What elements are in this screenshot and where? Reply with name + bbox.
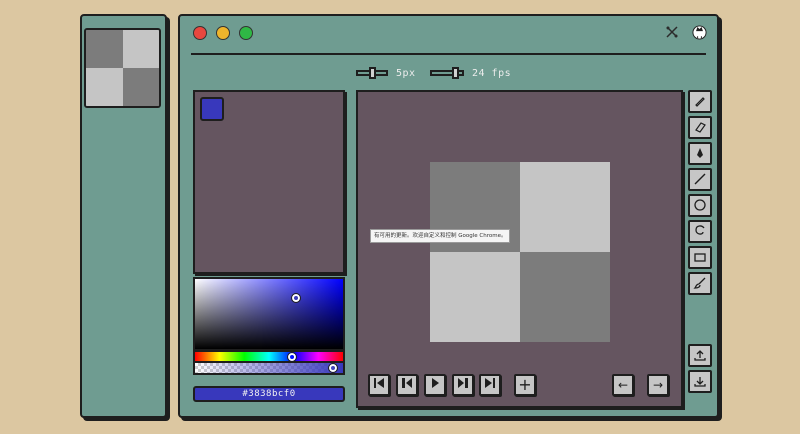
next-frame-button[interactable] (452, 374, 474, 396)
lasso-tool[interactable] (688, 220, 712, 243)
last-frame-icon (485, 378, 495, 388)
fill-tool[interactable] (688, 142, 712, 165)
maximize-window-button[interactable] (239, 26, 253, 40)
fps-knob[interactable] (452, 67, 459, 79)
prev-frame-icon (402, 378, 412, 388)
first-frame-icon (374, 378, 384, 388)
first-frame-button[interactable] (368, 374, 390, 396)
tools-cross-icon[interactable] (665, 25, 679, 42)
import-icon (694, 350, 706, 361)
fill-icon (697, 148, 703, 158)
eraser-icon (695, 122, 706, 133)
line-icon (694, 173, 706, 185)
play-button[interactable] (424, 374, 446, 396)
canvas-cell (520, 252, 610, 342)
pencil-tool[interactable] (688, 90, 712, 113)
import-button[interactable] (688, 344, 712, 367)
main-window: 5px 24 fps #3838bcf0 + ← → (178, 14, 719, 418)
play-icon (432, 378, 439, 388)
brush-size-knob[interactable] (369, 67, 376, 79)
add-frame-button[interactable]: + (514, 374, 536, 396)
export-icon (694, 377, 706, 387)
github-icon[interactable] (692, 25, 707, 43)
hue-slider[interactable] (195, 352, 343, 362)
export-button[interactable] (688, 370, 712, 393)
line-tool[interactable] (688, 168, 712, 191)
rectangle-tool[interactable] (688, 246, 712, 269)
fps-label: 24 fps (472, 67, 512, 79)
drawing-canvas[interactable] (430, 162, 610, 342)
canvas-cell (520, 162, 610, 252)
lasso-icon (695, 225, 705, 235)
canvas-cell (430, 252, 520, 342)
thumb-cell (86, 68, 123, 106)
circle-icon (694, 199, 706, 211)
brush-size-slider[interactable] (356, 67, 388, 79)
alpha-marker[interactable] (328, 363, 338, 373)
brush-icon (693, 277, 706, 289)
hex-color-input[interactable]: #3838bcf0 (193, 386, 345, 402)
next-frame-icon (458, 378, 468, 388)
close-window-button[interactable] (193, 26, 207, 40)
redo-button[interactable]: → (647, 374, 669, 396)
fps-slider-group: 24 fps (430, 66, 511, 80)
current-color-swatch[interactable] (200, 97, 224, 121)
thumb-cell (122, 30, 159, 68)
saturation-value-marker[interactable] (291, 293, 301, 303)
alpha-slider[interactable] (195, 363, 343, 373)
brush-size-label: 5px (396, 67, 416, 79)
undo-button[interactable]: ← (612, 374, 634, 396)
thumb-cell (122, 68, 159, 106)
last-frame-button[interactable] (479, 374, 501, 396)
chrome-update-tooltip: 有可用的更新。欢迎自定义和控制 Google Chrome。 (370, 229, 511, 243)
title-divider (191, 53, 706, 55)
brush-size-slider-group: 5px (356, 66, 416, 80)
prev-frame-button[interactable] (396, 374, 418, 396)
thumb-cell (86, 30, 123, 68)
circle-tool[interactable] (688, 194, 712, 217)
canvas-panel: + ← → (356, 90, 683, 408)
saturation-value-area[interactable] (195, 279, 343, 349)
pencil-icon (695, 97, 705, 107)
frame-thumbnail[interactable] (84, 28, 161, 108)
rectangle-icon (694, 253, 706, 262)
eraser-tool[interactable] (688, 116, 712, 139)
minimize-window-button[interactable] (216, 26, 230, 40)
fps-slider[interactable] (430, 67, 464, 79)
palette-panel (193, 90, 345, 274)
color-picker (193, 277, 345, 375)
brush-tool[interactable] (688, 272, 712, 295)
frames-panel (80, 14, 167, 418)
hue-marker[interactable] (287, 352, 297, 362)
